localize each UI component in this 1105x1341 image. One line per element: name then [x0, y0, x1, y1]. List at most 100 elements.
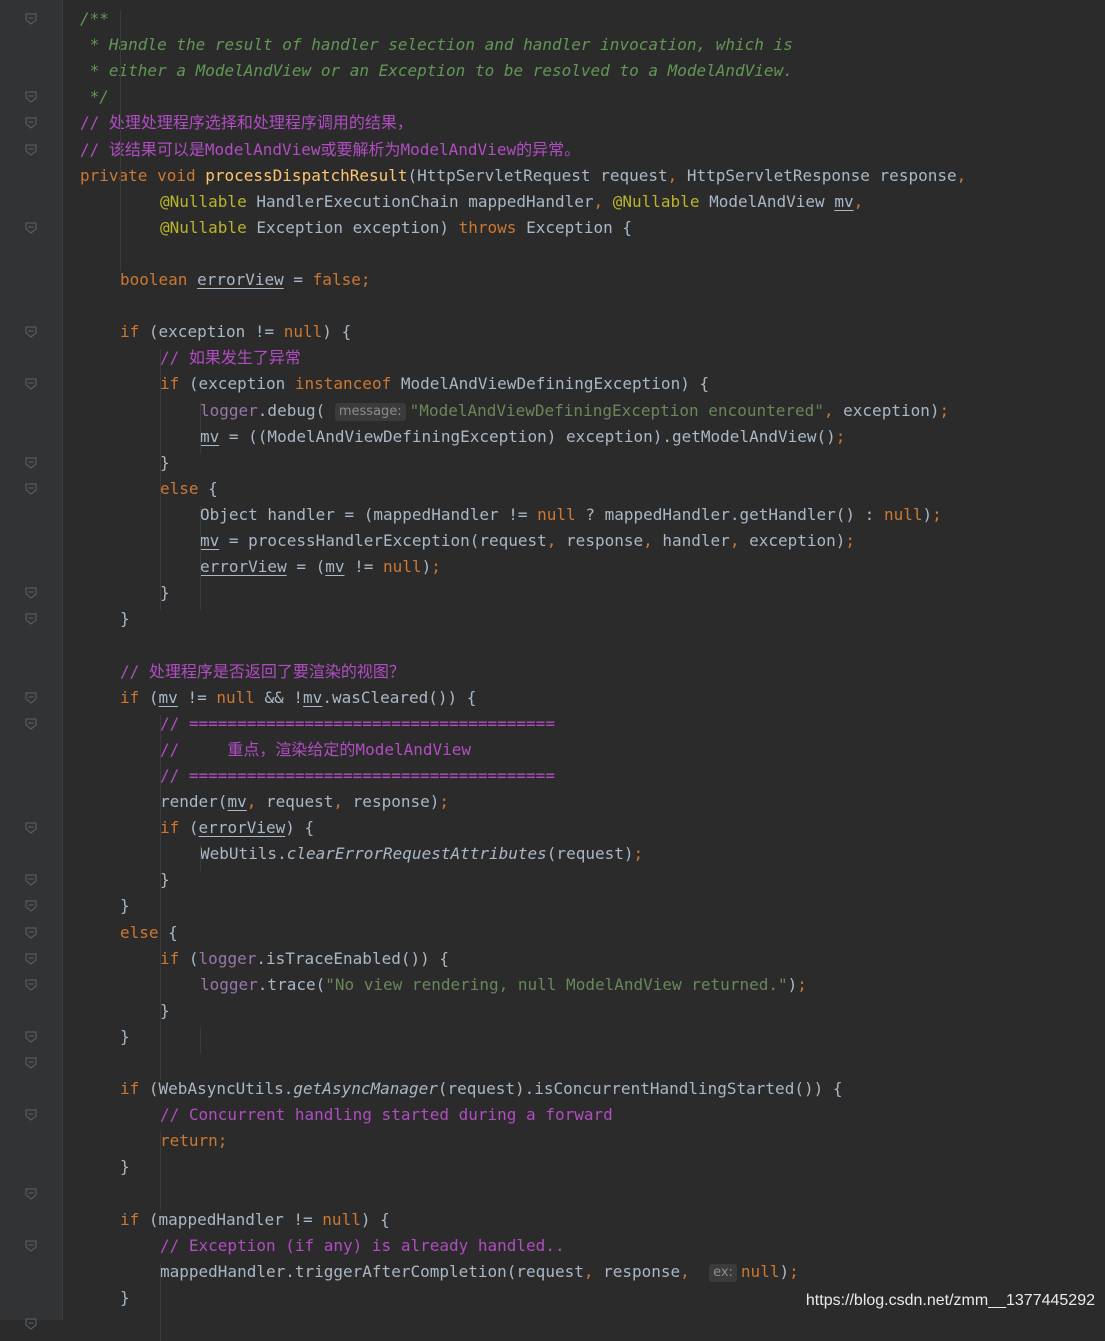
code-token: (: [188, 948, 199, 968]
fold-marker-icon[interactable]: [25, 222, 37, 234]
code-line: errorView = (mv != null);: [200, 554, 441, 580]
code-line: return;: [160, 1128, 227, 1154]
indent-guide: [160, 975, 161, 1081]
code-token: Exception exception): [256, 217, 459, 237]
code-line: */: [80, 84, 109, 110]
code-line: // 重点，渲染给定的ModelAndView: [160, 737, 471, 763]
code-token: ;: [439, 792, 450, 811]
fold-marker-icon[interactable]: [25, 587, 37, 599]
fold-marker-icon[interactable]: [25, 144, 37, 156]
code-line: }: [120, 1024, 130, 1050]
code-token: ) {: [322, 322, 352, 342]
fold-marker-icon[interactable]: [25, 822, 37, 834]
fold-marker-icon[interactable]: [25, 117, 37, 130]
fold-marker-icon[interactable]: [25, 1188, 37, 1200]
code-token: .debug(: [257, 400, 335, 420]
code-token: = ((ModelAndViewDefiningException) excep…: [219, 426, 836, 446]
code-line: logger.trace("No view rendering, null Mo…: [200, 972, 807, 998]
fold-marker-icon[interactable]: [25, 927, 37, 939]
fold-marker-icon[interactable]: [25, 326, 37, 338]
code-token: ,: [246, 792, 266, 811]
code-token: Object handler = (mappedHandler !=: [200, 504, 538, 524]
code-line: boolean errorView = false;: [120, 267, 370, 293]
code-line: // =====================================…: [160, 711, 555, 737]
code-token: // =====================================…: [160, 765, 555, 785]
fold-marker-icon[interactable]: [25, 91, 37, 103]
code-token: ): [787, 974, 798, 994]
code-token: mv: [303, 687, 323, 707]
code-line: // 处理处理程序选择和处理程序调用的结果，: [80, 110, 413, 136]
code-token: @Nullable: [160, 217, 257, 237]
code-token: exception): [843, 400, 940, 420]
code-token: ,: [583, 1261, 604, 1281]
code-token: Exception {: [526, 217, 633, 237]
fold-marker-icon[interactable]: [25, 1240, 37, 1252]
code-token: }: [120, 1026, 130, 1046]
code-token: = (: [286, 557, 326, 577]
code-line: }: [160, 580, 170, 606]
code-token: null: [283, 322, 323, 342]
fold-marker-icon[interactable]: [25, 483, 37, 495]
code-token: (mappedHandler !=: [148, 1209, 323, 1229]
code-token: mv: [200, 426, 220, 446]
code-line: if (exception instanceof ModelAndViewDef…: [160, 371, 709, 397]
code-line: }: [120, 1154, 130, 1180]
fold-marker-icon[interactable]: [25, 979, 37, 991]
code-token: boolean: [120, 270, 198, 289]
code-editor[interactable]: /** * Handle the result of handler selec…: [80, 0, 1100, 1341]
code-line: }: [160, 998, 170, 1024]
code-token: ) {: [360, 1209, 390, 1229]
code-token: ;: [797, 974, 807, 994]
code-token: ;: [932, 504, 942, 524]
code-token: ,: [593, 191, 613, 211]
code-token: clearErrorRequestAttributes: [286, 844, 547, 864]
code-token: ModelAndViewDefiningException) {: [400, 374, 710, 394]
code-token: ): [421, 557, 432, 577]
code-token: "No view rendering, null ModelAndView re…: [325, 974, 788, 994]
fold-marker-icon[interactable]: [25, 457, 37, 469]
fold-marker-icon[interactable]: [25, 378, 37, 391]
indent-guide: [160, 714, 161, 976]
code-line: WebUtils.clearErrorRequestAttributes(req…: [200, 841, 643, 867]
code-token: (: [188, 818, 199, 838]
code-token: exception): [749, 531, 846, 550]
code-token: response: [566, 531, 644, 550]
code-token: if: [160, 948, 189, 968]
fold-marker-icon[interactable]: [25, 1109, 37, 1121]
code-token: =: [283, 270, 313, 289]
code-token: null: [537, 504, 586, 524]
code-line: }: [160, 450, 170, 476]
fold-marker-icon[interactable]: [25, 874, 37, 886]
code-token: ,: [680, 1261, 700, 1281]
code-line: @Nullable Exception exception) throws Ex…: [160, 215, 632, 241]
fold-marker-icon[interactable]: [25, 613, 37, 625]
code-token: response): [352, 792, 440, 811]
code-token: .trace(: [257, 974, 326, 994]
code-token: ModelAndView: [709, 191, 835, 211]
parameter-hint: ex:: [709, 1263, 737, 1282]
code-token: mv: [834, 191, 854, 211]
code-token: // Concurrent handling started during a …: [160, 1105, 613, 1125]
fold-marker-icon[interactable]: [25, 1031, 37, 1043]
code-token: errorView: [198, 818, 286, 838]
fold-marker-icon[interactable]: [25, 900, 37, 913]
code-token: ;: [633, 844, 644, 864]
fold-marker-icon[interactable]: [25, 953, 37, 965]
code-token: else: [160, 478, 209, 498]
fold-marker-icon[interactable]: [25, 692, 37, 704]
fold-marker-icon[interactable]: [25, 718, 37, 730]
code-line: * either a ModelAndView or an Exception …: [80, 58, 793, 84]
code-token: (exception: [188, 374, 295, 394]
code-line: private void processDispatchResult(HttpS…: [80, 163, 966, 189]
fold-marker-icon[interactable]: [25, 1057, 37, 1069]
code-token: mv: [158, 687, 178, 707]
code-token: private void: [80, 165, 206, 185]
code-token: ;: [835, 426, 846, 446]
fold-marker-icon[interactable]: [25, 13, 37, 25]
code-token: ,: [546, 531, 567, 550]
code-token: (request).isConcurrentHandlingStarted())…: [437, 1079, 843, 1099]
parameter-hint: message:: [334, 402, 406, 421]
code-line: // 处理程序是否返回了要渲染的视图？: [120, 659, 405, 685]
code-token: // 重点，渲染给定的ModelAndView: [160, 739, 472, 759]
